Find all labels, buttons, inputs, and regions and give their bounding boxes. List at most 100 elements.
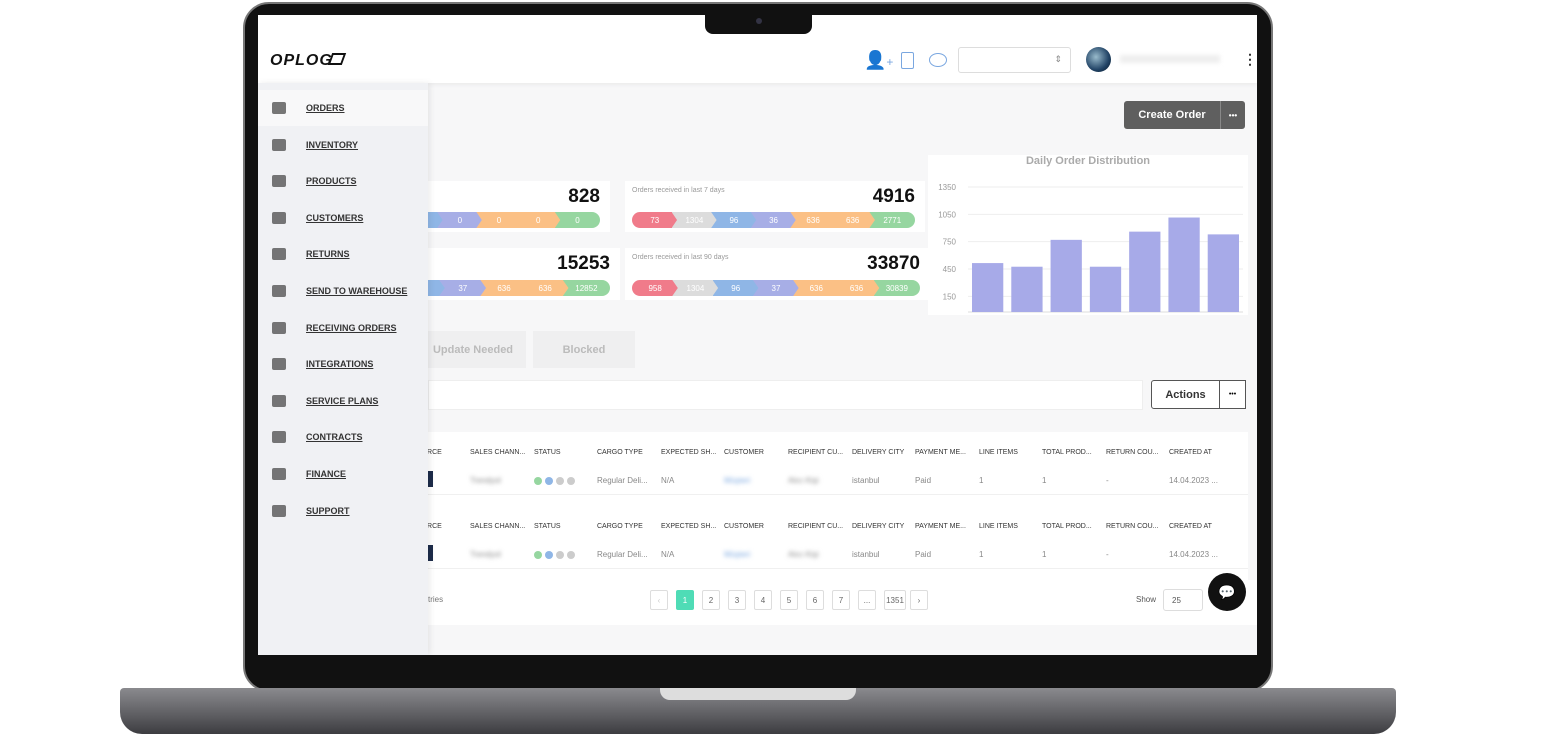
sidebar-item-support[interactable]: SUPPORT: [258, 493, 428, 529]
bar-tue: [1089, 266, 1122, 312]
column-header[interactable]: TOTAL PROD...: [1042, 523, 1092, 530]
column-header[interactable]: RECIPIENT CU...: [788, 449, 843, 456]
tab-blocked[interactable]: Blocked: [533, 331, 635, 368]
column-header[interactable]: SALES CHANN...: [470, 523, 525, 530]
sidebar-item-contracts[interactable]: CONTRACTS: [258, 419, 428, 455]
sidebar-item-receiving-orders[interactable]: RECEIVING ORDERS: [258, 310, 428, 346]
pipeline-segment[interactable]: 36: [750, 212, 797, 228]
column-header[interactable]: CUSTOMER: [724, 449, 764, 456]
page-7[interactable]: 7: [832, 590, 850, 610]
avatar[interactable]: [1086, 47, 1111, 72]
table-cell: Regular Deli...: [597, 476, 648, 485]
pipeline-segment[interactable]: 636: [829, 212, 876, 228]
status-dot: [567, 551, 575, 559]
pipeline-segment[interactable]: 636: [793, 280, 840, 296]
sidebar-item-customers[interactable]: CUSTOMERS: [258, 200, 428, 236]
pipeline-segment[interactable]: 1304: [672, 280, 719, 296]
column-header[interactable]: DELIVERY CITY: [852, 449, 904, 456]
pipeline-segment[interactable]: 2771: [869, 212, 915, 228]
column-header[interactable]: STATUS: [534, 449, 561, 456]
column-header[interactable]: CARGO TYPE: [597, 449, 643, 456]
sidebar-icon: [272, 102, 286, 114]
pipeline-segment[interactable]: 0: [437, 212, 483, 228]
next-page-button[interactable]: ›: [910, 590, 928, 610]
document-icon[interactable]: [901, 52, 914, 69]
column-header[interactable]: CREATED AT: [1169, 523, 1212, 530]
pipeline-segment[interactable]: 30839: [873, 280, 920, 296]
column-header[interactable]: TOTAL PROD...: [1042, 449, 1092, 456]
search-input[interactable]: [428, 380, 1143, 410]
column-header[interactable]: CUSTOMER: [724, 523, 764, 530]
column-header[interactable]: SALES CHANN...: [470, 449, 525, 456]
pipeline-segment[interactable]: 37: [439, 280, 487, 296]
sidebar-icon: [272, 285, 286, 297]
pipeline-segment[interactable]: 636: [833, 280, 880, 296]
warehouse-select[interactable]: ⇕: [958, 47, 1071, 73]
column-header[interactable]: RETURN COU...: [1106, 449, 1159, 456]
column-header[interactable]: PAYMENT ME...: [915, 449, 966, 456]
column-header[interactable]: EXPECTED SH...: [661, 449, 716, 456]
sidebar-item-label: PRODUCTS: [306, 176, 357, 187]
page-2[interactable]: 2: [702, 590, 720, 610]
actions-button[interactable]: Actions: [1151, 380, 1220, 409]
sidebar-item-products[interactable]: PRODUCTS: [258, 163, 428, 199]
table-cell[interactable]: Müşteri: [724, 476, 750, 485]
pipeline-segment[interactable]: 96: [711, 212, 757, 228]
pipeline-segment[interactable]: 73: [632, 212, 678, 228]
tab-update-needed[interactable]: Update Needed: [420, 331, 526, 368]
pipeline-segment[interactable]: 37: [752, 280, 800, 296]
sidebar-item-service-plans[interactable]: SERVICE PLANS: [258, 383, 428, 419]
pipeline-segment[interactable]: 958: [632, 280, 679, 296]
page-3[interactable]: 3: [728, 590, 746, 610]
sidebar-item-orders[interactable]: ORDERS: [258, 90, 428, 126]
pipeline-segment[interactable]: 0: [476, 212, 522, 228]
pipeline-segment[interactable]: 0: [554, 212, 600, 228]
column-header[interactable]: EXPECTED SH...: [661, 523, 716, 530]
column-header[interactable]: DELIVERY CITY: [852, 523, 904, 530]
column-header[interactable]: RETURN COU...: [1106, 523, 1159, 530]
column-header[interactable]: RECIPIENT CU...: [788, 523, 843, 530]
page-1[interactable]: 1: [676, 590, 694, 610]
status-dot: [545, 477, 553, 485]
laptop-notch-lip: [660, 688, 856, 700]
y-tick-label: 750: [943, 238, 957, 247]
page-size-select[interactable]: 25: [1163, 589, 1203, 611]
pipeline-segment[interactable]: 96: [712, 280, 759, 296]
camera-icon: [756, 18, 762, 24]
sidebar-item-finance[interactable]: FINANCE: [258, 456, 428, 492]
pipeline-segment[interactable]: 636: [480, 280, 528, 296]
prev-page-button[interactable]: ‹: [650, 590, 668, 610]
column-header[interactable]: CARGO TYPE: [597, 523, 643, 530]
add-user-icon[interactable]: 👤+: [864, 50, 893, 71]
column-header[interactable]: PAYMENT ME...: [915, 523, 966, 530]
pipeline-segment[interactable]: 636: [790, 212, 836, 228]
page-5[interactable]: 5: [780, 590, 798, 610]
page-6[interactable]: 6: [806, 590, 824, 610]
more-vertical-icon[interactable]: ⋮: [1243, 51, 1257, 68]
stat-card: 828 0 0 0 0: [398, 181, 610, 232]
page-4[interactable]: 4: [754, 590, 772, 610]
chat-support-icon[interactable]: 💬: [1208, 573, 1246, 611]
sidebar-item-label: SEND TO WAREHOUSE: [306, 286, 408, 296]
page-1351[interactable]: 1351: [884, 590, 906, 610]
column-header[interactable]: CREATED AT: [1169, 449, 1212, 456]
card-total: 15253: [557, 253, 610, 274]
status-indicator: [534, 551, 578, 561]
column-header[interactable]: LINE ITEMS: [979, 449, 1018, 456]
sidebar-item-inventory[interactable]: INVENTORY: [258, 127, 428, 163]
column-header[interactable]: STATUS: [534, 523, 561, 530]
chat-icon[interactable]: [929, 53, 947, 67]
sidebar-item-returns[interactable]: RETURNS: [258, 236, 428, 272]
sidebar-item-send-to-warehouse[interactable]: SEND TO WAREHOUSE: [258, 273, 428, 309]
page-ellipsis[interactable]: ...: [858, 590, 876, 610]
column-header[interactable]: LINE ITEMS: [979, 523, 1018, 530]
pipeline-segment[interactable]: 0: [515, 212, 561, 228]
actions-more-button[interactable]: •••: [1220, 380, 1246, 409]
pipeline-segment[interactable]: 12852: [562, 280, 610, 296]
create-order-more-button[interactable]: •••: [1220, 101, 1245, 129]
pipeline-segment[interactable]: 1304: [671, 212, 718, 228]
pipeline-segment[interactable]: 636: [521, 280, 569, 296]
create-order-button[interactable]: Create Order: [1124, 101, 1220, 129]
table-cell[interactable]: Müşteri: [724, 550, 750, 559]
sidebar-item-integrations[interactable]: INTEGRATIONS: [258, 346, 428, 382]
